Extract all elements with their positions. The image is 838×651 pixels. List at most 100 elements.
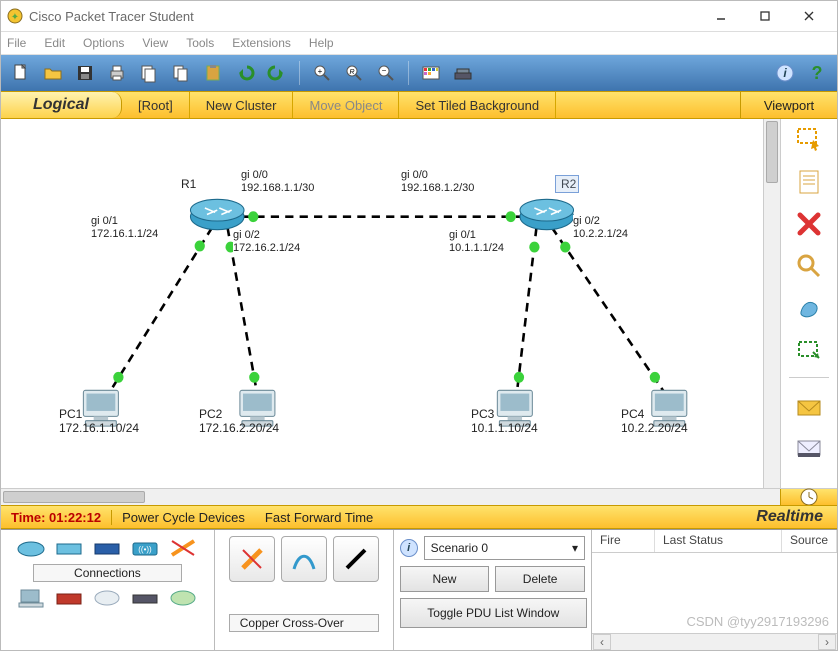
svg-text:−: −: [382, 66, 387, 75]
svg-text:((•)): ((•)): [139, 545, 153, 554]
new-scenario-button[interactable]: New: [400, 566, 490, 592]
conn-auto[interactable]: [229, 536, 275, 582]
svg-text:✦: ✦: [11, 12, 19, 23]
logical-tab[interactable]: Logical: [1, 92, 122, 118]
device-label-PC1[interactable]: PC1172.16.1.10/24: [59, 407, 139, 435]
resize-shape-tool[interactable]: [792, 335, 826, 365]
save-button[interactable]: [71, 60, 99, 86]
toggle-pdu-list-button[interactable]: Toggle PDU List Window: [400, 598, 587, 628]
cat-switches[interactable]: [54, 536, 84, 560]
conn-copper-straight[interactable]: [333, 536, 379, 582]
menu-help[interactable]: Help: [309, 36, 334, 50]
zoom-in-button[interactable]: +: [308, 60, 336, 86]
app-title: Cisco Packet Tracer Student: [29, 9, 699, 24]
device-label-PC3[interactable]: PC310.1.1.10/24: [471, 407, 538, 435]
menu-edit[interactable]: Edit: [44, 36, 65, 50]
zoom-reset-button[interactable]: R: [340, 60, 368, 86]
move-object-button[interactable]: Move Object: [293, 92, 399, 118]
cat-hubs[interactable]: [92, 536, 122, 560]
cat-wireless[interactable]: ((•)): [130, 536, 160, 560]
print-button[interactable]: [103, 60, 131, 86]
info-icon[interactable]: i: [400, 539, 418, 557]
scroll-left-icon[interactable]: ‹: [593, 634, 611, 650]
status-bar: Time: 01:22:12 Power Cycle Devices Fast …: [1, 505, 837, 529]
port-label: gi 0/210.2.2.1/24: [573, 215, 628, 241]
selection-marquee: [555, 175, 579, 193]
router-R1: [190, 199, 244, 229]
help-button[interactable]: ?: [803, 60, 831, 86]
col-fire[interactable]: Fire: [592, 530, 655, 552]
new-cluster-button[interactable]: New Cluster: [190, 92, 294, 118]
menu-tools[interactable]: Tools: [186, 36, 214, 50]
root-level[interactable]: [Root]: [122, 92, 190, 118]
horizontal-scrollbar[interactable]: [1, 488, 837, 505]
scenario-select[interactable]: Scenario 0 ▾: [424, 536, 585, 560]
chevron-down-icon: ▾: [572, 541, 578, 555]
toolbar-separator: [299, 61, 300, 85]
activity-wizard-button[interactable]: [135, 60, 163, 86]
logical-bar: Logical [Root] New Cluster Move Object S…: [1, 91, 837, 119]
redo-button[interactable]: [263, 60, 291, 86]
cat-security[interactable]: [54, 586, 84, 610]
pdu-table-header: Fire Last Status Source: [592, 530, 837, 553]
device-label-R1[interactable]: R1: [181, 177, 196, 191]
cat-end-devices[interactable]: [16, 586, 46, 610]
connection-label: Copper Cross-Over: [229, 614, 379, 632]
workspace-canvas[interactable]: R1 R2 gi 0/0192.168.1.1/30 gi 0/0192.168…: [1, 119, 763, 488]
delete-tool[interactable]: [792, 209, 826, 239]
custom-devices-button[interactable]: [449, 60, 477, 86]
connection-picker: Copper Cross-Over: [215, 530, 394, 650]
cat-connections[interactable]: [168, 536, 198, 560]
device-label-PC4[interactable]: PC410.2.2.20/24: [621, 407, 688, 435]
fast-forward-button[interactable]: Fast Forward Time: [255, 510, 383, 525]
close-button[interactable]: [787, 2, 831, 30]
viewport-button[interactable]: Viewport: [740, 92, 837, 118]
maximize-button[interactable]: [743, 2, 787, 30]
undo-button[interactable]: [231, 60, 259, 86]
place-note-tool[interactable]: [792, 167, 826, 197]
info-button[interactable]: i: [771, 60, 799, 86]
sim-time: Time: 01:22:12: [1, 510, 112, 525]
delete-scenario-button[interactable]: Delete: [495, 566, 585, 592]
svg-text:?: ?: [812, 63, 823, 83]
inspect-tool[interactable]: [792, 251, 826, 281]
col-source[interactable]: Source: [782, 530, 837, 552]
pdu-table-scrollbar[interactable]: ‹ ›: [592, 633, 837, 650]
zoom-out-button[interactable]: −: [372, 60, 400, 86]
cat-wan[interactable]: [92, 586, 122, 610]
conn-console[interactable]: [281, 536, 327, 582]
draw-polygon-tool[interactable]: [792, 293, 826, 323]
device-dock: ((•)) Connections Copper Cross-Over: [1, 529, 837, 650]
vertical-scrollbar[interactable]: [763, 119, 780, 488]
col-last-status[interactable]: Last Status: [655, 530, 782, 552]
svg-text:+: +: [318, 67, 323, 76]
svg-text:R: R: [349, 69, 354, 76]
select-tool[interactable]: [792, 125, 826, 155]
open-file-button[interactable]: [39, 60, 67, 86]
menu-options[interactable]: Options: [83, 36, 124, 50]
add-complex-pdu-tool[interactable]: [792, 432, 826, 462]
port-label: gi 0/0192.168.1.2/30: [401, 169, 474, 195]
cat-routers[interactable]: [16, 536, 46, 560]
cat-multiuser[interactable]: [168, 586, 198, 610]
power-cycle-button[interactable]: Power Cycle Devices: [112, 510, 255, 525]
menu-file[interactable]: File: [7, 36, 26, 50]
category-label: Connections: [33, 564, 182, 582]
paste-button[interactable]: [199, 60, 227, 86]
menu-view[interactable]: View: [142, 36, 168, 50]
cat-custom[interactable]: [130, 586, 160, 610]
new-file-button[interactable]: [7, 60, 35, 86]
copy-button[interactable]: [167, 60, 195, 86]
scenario-panel: i Scenario 0 ▾ New Delete Toggle PDU Lis…: [394, 530, 592, 650]
port-label: gi 0/0192.168.1.1/30: [241, 169, 314, 195]
device-label-PC2[interactable]: PC2172.16.2.20/24: [199, 407, 279, 435]
add-simple-pdu-tool[interactable]: [792, 390, 826, 420]
palette-button[interactable]: [417, 60, 445, 86]
watermark: CSDN @tyy2917193296: [686, 614, 829, 629]
set-tiled-bg-button[interactable]: Set Tiled Background: [399, 92, 556, 118]
realtime-clock-icon[interactable]: [780, 489, 837, 505]
minimize-button[interactable]: [699, 2, 743, 30]
menu-extensions[interactable]: Extensions: [232, 36, 291, 50]
realtime-tab[interactable]: Realtime: [742, 508, 837, 526]
scroll-right-icon[interactable]: ›: [818, 634, 836, 650]
